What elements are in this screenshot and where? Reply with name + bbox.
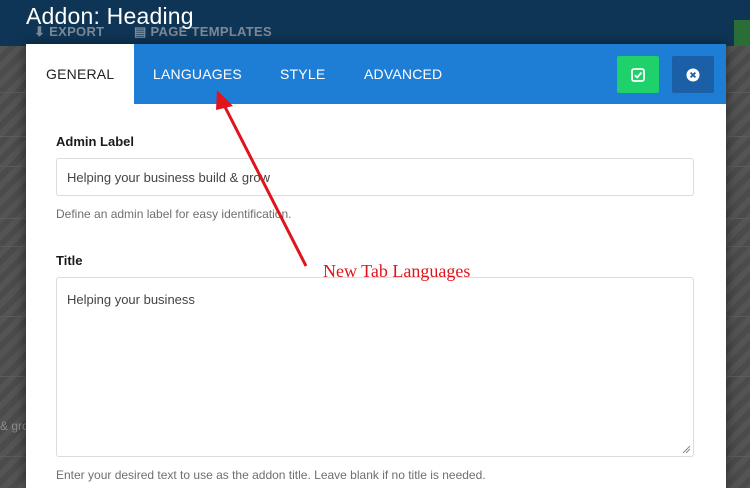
annotation-arrow: [216, 90, 308, 267]
annotation-text: New Tab Languages: [323, 261, 471, 281]
